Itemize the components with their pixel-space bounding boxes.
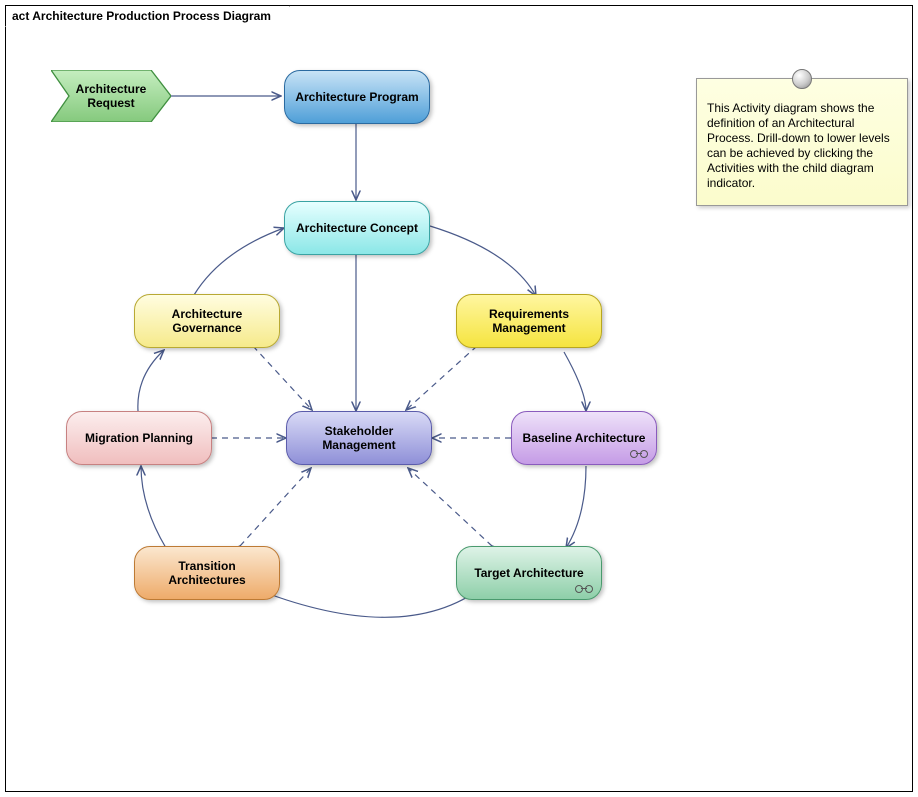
node-stakeholder-management[interactable]: Stakeholder Management <box>286 411 432 465</box>
node-architecture-request[interactable]: Architecture Request <box>51 70 171 122</box>
child-diagram-indicator-icon <box>630 450 648 458</box>
node-architecture-governance[interactable]: Architecture Governance <box>134 294 280 348</box>
node-transition-architectures[interactable]: Transition Architectures <box>134 546 280 600</box>
child-diagram-indicator-icon <box>575 585 593 593</box>
node-requirements-management[interactable]: Requirements Management <box>456 294 602 348</box>
note-text: This Activity diagram shows the definiti… <box>707 101 890 190</box>
pin-icon <box>792 69 812 89</box>
node-label: Architecture Concept <box>296 221 418 235</box>
node-label: Architecture Program <box>295 90 418 104</box>
node-label: Architecture Governance <box>139 307 275 335</box>
diagram-title: act Architecture Production Process Diag… <box>5 5 290 27</box>
diagram-note: This Activity diagram shows the definiti… <box>696 78 908 206</box>
node-label: Target Architecture <box>474 566 583 580</box>
node-target-architecture[interactable]: Target Architecture <box>456 546 602 600</box>
node-label: Requirements Management <box>461 307 597 335</box>
title-prefix: act <box>12 9 29 23</box>
node-label: Stakeholder Management <box>291 424 427 452</box>
diagram-frame: act Architecture Production Process Diag… <box>5 5 913 792</box>
title-text: Architecture Production Process Diagram <box>32 9 271 23</box>
node-label: Transition Architectures <box>139 559 275 587</box>
node-architecture-concept[interactable]: Architecture Concept <box>284 201 430 255</box>
node-label: Baseline Architecture <box>523 431 646 445</box>
node-migration-planning[interactable]: Migration Planning <box>66 411 212 465</box>
node-architecture-program[interactable]: Architecture Program <box>284 70 430 124</box>
node-label: Architecture Request <box>51 82 171 110</box>
node-baseline-architecture[interactable]: Baseline Architecture <box>511 411 657 465</box>
node-label: Migration Planning <box>85 431 193 445</box>
